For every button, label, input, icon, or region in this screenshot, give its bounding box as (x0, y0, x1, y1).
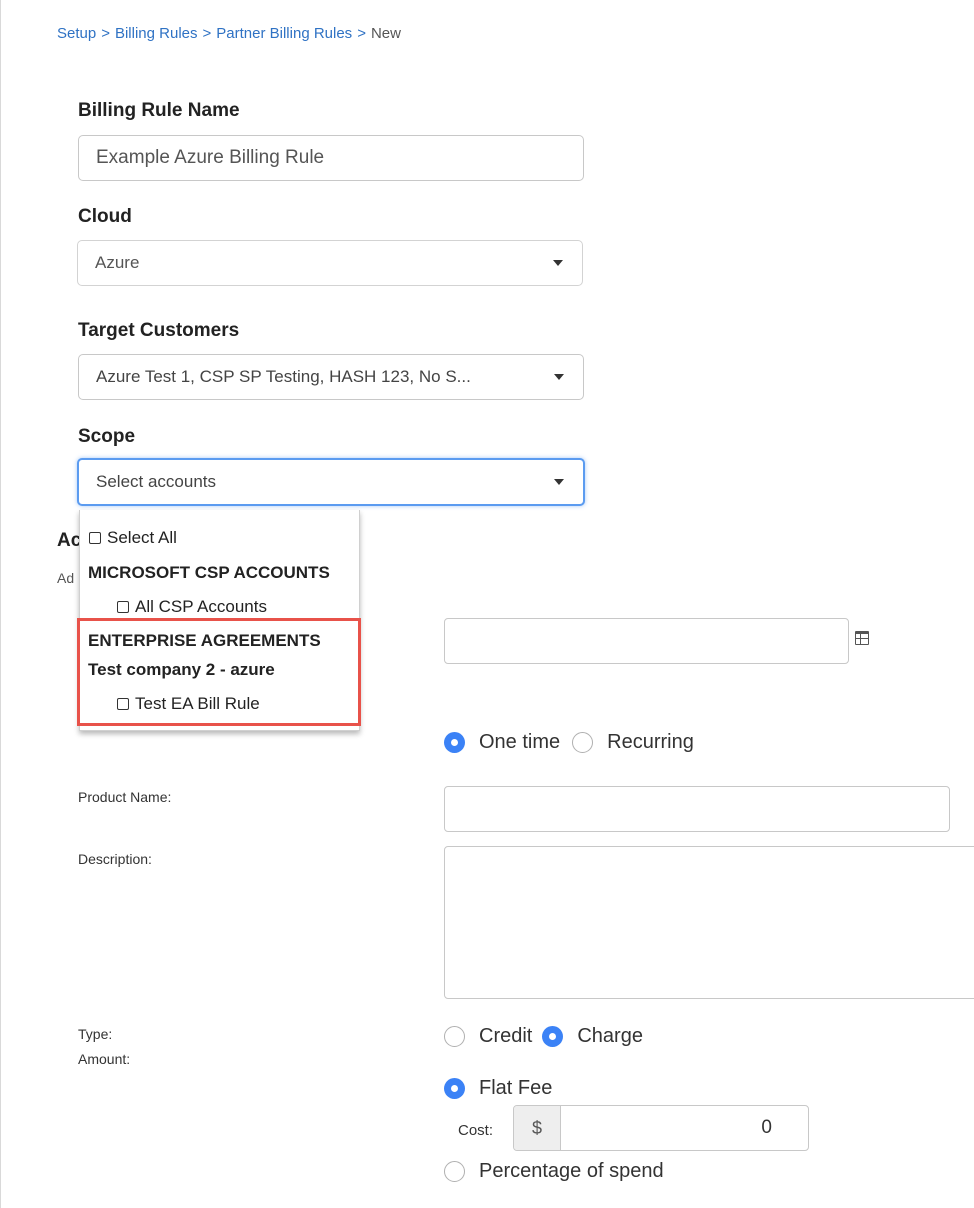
cloud-select-value: Azure (95, 253, 140, 272)
group-header-enterprise: ENTERPRISE AGREEMENTS (88, 631, 321, 650)
cloud-label: Cloud (78, 206, 132, 227)
test-ea-bill-rule-label: Test EA Bill Rule (135, 694, 260, 713)
amount-percentage-label: Percentage of spend (479, 1160, 664, 1182)
cost-label: Cost: (458, 1122, 494, 1139)
target-customers-select[interactable]: Azure Test 1, CSP SP Testing, HASH 123, … (78, 354, 584, 400)
breadcrumb-separator: > (101, 25, 110, 42)
all-csp-accounts-label: All CSP Accounts (135, 597, 267, 616)
breadcrumb-current: New (370, 25, 401, 42)
billing-rule-name-input[interactable]: Example Azure Billing Rule (78, 135, 584, 181)
radio-selected-icon[interactable] (444, 732, 465, 753)
breadcrumb-separator: > (357, 25, 366, 42)
section-subtext-partial: Ad (57, 570, 75, 586)
amount-label: Amount: (78, 1051, 131, 1067)
amount-percentage-option[interactable]: Percentage of spend (444, 1160, 664, 1183)
type-credit-label: Credit (479, 1025, 533, 1047)
radio-selected-icon[interactable] (542, 1026, 564, 1047)
frequency-one-time-label: One time (479, 731, 561, 753)
type-label: Type: (78, 1026, 113, 1042)
date-input[interactable] (444, 618, 849, 664)
billing-rule-name-label: Billing Rule Name (78, 100, 240, 121)
frequency-recurring-option[interactable]: Recurring (572, 731, 694, 754)
cost-input[interactable]: 0 (561, 1106, 808, 1150)
product-name-label: Product Name: (78, 789, 172, 805)
type-charge-option[interactable]: Charge (542, 1025, 643, 1048)
frequency-one-time-option[interactable]: One time (444, 731, 560, 754)
frequency-radio-group: One time Recurring (444, 731, 706, 754)
target-customers-label: Target Customers (78, 320, 240, 341)
description-label: Description: (78, 851, 152, 867)
type-radio-group: Credit Charge (444, 1025, 655, 1048)
type-credit-option[interactable]: Credit (444, 1025, 532, 1048)
breadcrumb-setup[interactable]: Setup (57, 25, 96, 42)
cloud-select[interactable]: Azure (77, 240, 583, 286)
page-left-border (0, 0, 1, 1208)
amount-flat-fee-option[interactable]: Flat Fee (444, 1077, 552, 1100)
select-all-option[interactable]: Select All (89, 528, 177, 548)
calendar-icon[interactable] (855, 631, 869, 645)
target-customers-value: Azure Test 1, CSP SP Testing, HASH 123, … (96, 367, 471, 386)
product-name-input[interactable] (444, 786, 950, 832)
checkbox-icon[interactable] (89, 532, 101, 544)
breadcrumb-partner-billing-rules[interactable]: Partner Billing Rules (216, 25, 352, 42)
group-subheader-company: Test company 2 - azure (88, 660, 275, 679)
scope-select-placeholder: Select accounts (96, 472, 217, 491)
radio-selected-icon[interactable] (444, 1078, 465, 1099)
frequency-recurring-label: Recurring (607, 731, 694, 753)
chevron-down-icon (554, 479, 564, 485)
breadcrumb-separator: > (202, 25, 212, 42)
scope-label: Scope (78, 426, 136, 447)
all-csp-accounts-option[interactable]: All CSP Accounts (117, 597, 267, 617)
checkbox-icon[interactable] (117, 698, 129, 710)
test-ea-bill-rule-option[interactable]: Test EA Bill Rule (117, 694, 260, 714)
radio-unselected-icon[interactable] (572, 732, 594, 753)
breadcrumb-billing-rules[interactable]: Billing Rules (115, 25, 198, 42)
section-heading-partial: Ac (57, 530, 82, 551)
select-all-label: Select All (107, 528, 177, 547)
scope-dropdown-menu: Select All MICROSOFT CSP ACCOUNTS All CS… (79, 510, 360, 731)
radio-unselected-icon[interactable] (444, 1161, 465, 1182)
type-charge-label: Charge (577, 1025, 643, 1047)
description-textarea[interactable] (444, 846, 974, 999)
amount-flat-fee-label: Flat Fee (479, 1077, 553, 1099)
chevron-down-icon (554, 374, 564, 380)
billing-rule-name-value: Example Azure Billing Rule (96, 147, 325, 168)
group-header-csp: MICROSOFT CSP ACCOUNTS (88, 563, 330, 582)
radio-unselected-icon[interactable] (444, 1026, 465, 1047)
cost-input-group: $ 0 (513, 1105, 809, 1151)
checkbox-icon[interactable] (117, 601, 129, 613)
scope-select[interactable]: Select accounts (77, 458, 585, 506)
chevron-down-icon (553, 260, 563, 266)
breadcrumb: Setup > Billing Rules > Partner Billing Rule… (57, 25, 401, 42)
currency-addon: $ (514, 1106, 561, 1150)
